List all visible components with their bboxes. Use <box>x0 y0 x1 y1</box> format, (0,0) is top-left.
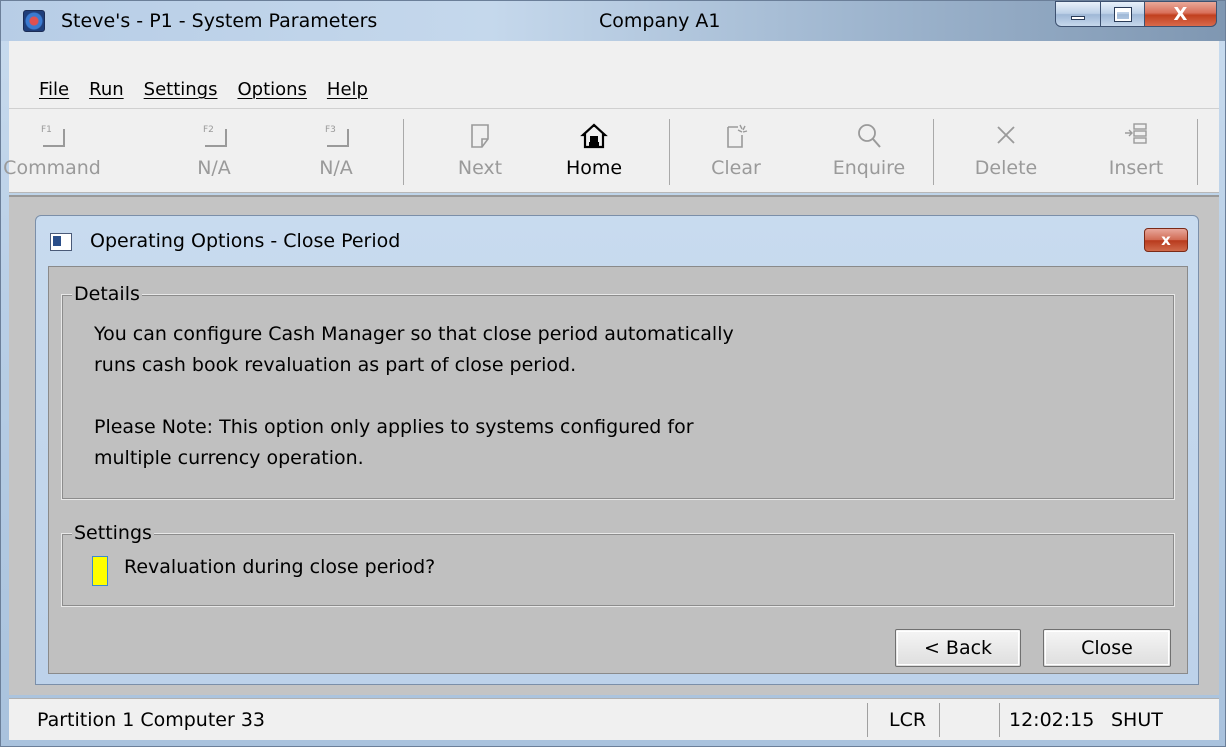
caption-buttons: X <box>1055 1 1217 27</box>
status-divider <box>939 703 940 737</box>
details-line-3: Please Note: This option only applies to… <box>94 416 694 438</box>
home-button[interactable]: Home <box>539 121 649 191</box>
status-partition: Partition 1 Computer 33 <box>37 709 266 731</box>
dialog-window-icon <box>50 233 72 251</box>
close-icon: x <box>1161 231 1171 249</box>
status-lcr: LCR <box>889 709 927 731</box>
dialog-close-button[interactable]: x <box>1144 228 1188 252</box>
na-button-1[interactable]: F2 N/A <box>159 121 269 191</box>
status-bar: Partition 1 Computer 33 LCR 12:02:15 SHU… <box>9 698 1219 740</box>
clear-label: Clear <box>711 157 761 179</box>
close-button-label: Close <box>1081 637 1133 659</box>
insert-button[interactable]: Insert <box>1081 121 1191 191</box>
command-button[interactable]: F1 Command <box>0 121 107 191</box>
status-shut: SHUT <box>1111 709 1163 731</box>
close-period-dialog: Operating Options - Close Period x Detai… <box>35 215 1199 685</box>
revaluation-checkbox[interactable] <box>92 556 108 586</box>
close-icon: X <box>1173 3 1188 25</box>
na-label-2: N/A <box>319 157 353 179</box>
menu-settings[interactable]: Settings <box>144 79 218 100</box>
toolbar-separator <box>1197 119 1198 185</box>
command-label: Command <box>3 157 101 179</box>
menu-items: File Run Settings Options Help <box>39 79 368 100</box>
maximize-icon <box>1113 6 1132 22</box>
f3-key-icon: F3 <box>325 125 349 147</box>
next-label: Next <box>457 157 503 179</box>
details-group: Details You can configure Cash Manager s… <box>61 283 1175 500</box>
na-button-2[interactable]: F3 N/A <box>281 121 391 191</box>
dialog-body: Details You can configure Cash Manager s… <box>48 266 1188 674</box>
back-button[interactable]: < Back <box>895 629 1021 667</box>
home-icon <box>580 123 608 149</box>
menu-file[interactable]: File <box>39 79 69 100</box>
insert-label: Insert <box>1108 157 1164 179</box>
home-label: Home <box>565 157 623 179</box>
details-line-4: multiple currency operation. <box>94 447 364 469</box>
app-logo-icon[interactable] <box>23 10 45 32</box>
menu-run[interactable]: Run <box>89 79 124 100</box>
status-time: 12:02:15 <box>1009 709 1095 731</box>
settings-group: Settings Revaluation during close period… <box>61 522 1175 607</box>
app-window: Steve's - P1 - System Parameters Company… <box>0 0 1226 747</box>
maximize-button[interactable] <box>1101 1 1145 27</box>
details-line-2: runs cash book revaluation as part of cl… <box>94 354 577 376</box>
title-bar[interactable]: Steve's - P1 - System Parameters Company… <box>1 1 1225 41</box>
dialog-title: Operating Options - Close Period <box>90 230 401 252</box>
menu-help[interactable]: Help <box>327 79 368 100</box>
status-divider <box>999 703 1000 737</box>
toolbar-separator <box>669 119 670 185</box>
toolbar-separator <box>403 119 404 185</box>
next-button[interactable]: Next <box>425 121 535 191</box>
company-name: Company A1 <box>599 10 721 32</box>
next-page-icon <box>471 124 489 148</box>
minimize-icon <box>1071 16 1085 20</box>
revaluation-checkbox-label[interactable]: Revaluation during close period? <box>124 556 435 578</box>
status-divider <box>867 703 868 737</box>
window-title: Steve's - P1 - System Parameters <box>61 10 378 32</box>
details-line-1: You can configure Cash Manager so that c… <box>94 323 734 345</box>
window-close-button[interactable]: X <box>1145 1 1217 27</box>
menu-options[interactable]: Options <box>237 79 306 100</box>
back-button-label: < Back <box>923 637 993 659</box>
details-legend: Details <box>72 283 142 305</box>
clear-icon <box>727 124 748 148</box>
toolbar: F1 Command F2 N/A F3 N/A Next Home Clear… <box>3 109 1219 193</box>
settings-legend: Settings <box>72 522 154 544</box>
f2-key-icon: F2 <box>203 125 227 147</box>
minimize-button[interactable] <box>1055 1 1101 27</box>
enquire-button[interactable]: Enquire <box>814 121 924 191</box>
close-button[interactable]: Close <box>1043 629 1171 667</box>
enquire-label: Enquire <box>832 157 906 179</box>
magnifier-icon <box>858 124 881 148</box>
delete-label: Delete <box>974 157 1038 179</box>
delete-x-icon <box>997 126 1015 144</box>
clear-button[interactable]: Clear <box>681 121 791 191</box>
f1-key-icon: F1 <box>41 125 65 147</box>
delete-button[interactable]: Delete <box>951 121 1061 191</box>
toolbar-separator <box>933 119 934 185</box>
insert-row-icon <box>1125 123 1147 144</box>
na-label-1: N/A <box>197 157 231 179</box>
